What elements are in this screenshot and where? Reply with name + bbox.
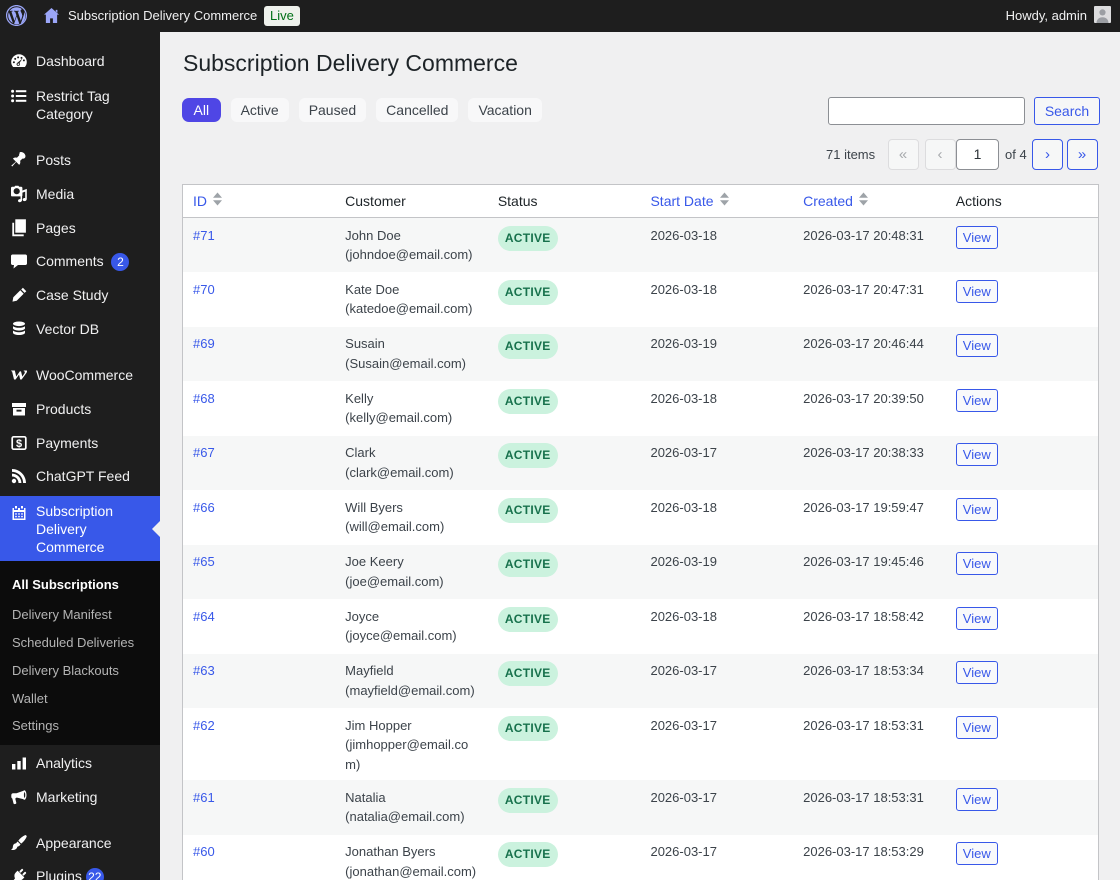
svg-text:$: $ [16,438,22,450]
svg-text:w: w [11,365,28,384]
